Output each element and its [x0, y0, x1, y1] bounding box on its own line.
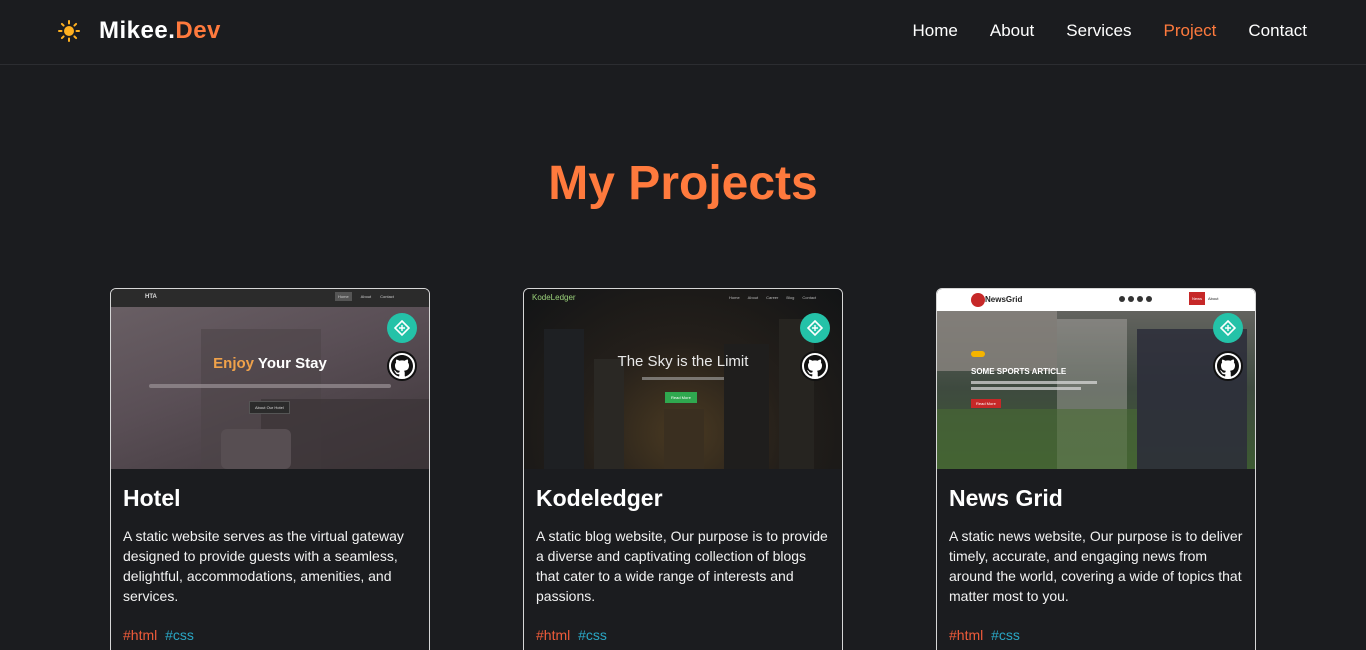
- project-tags: #html #css: [949, 627, 1020, 643]
- github-icon[interactable]: [387, 351, 417, 381]
- project-card-hotel: HTA Home About Contact Enjoy Your Stay A…: [110, 288, 430, 650]
- brand-name[interactable]: Mikee.Dev: [99, 17, 221, 45]
- preview-nav-item: Contact: [380, 294, 394, 299]
- preview-nav-item: About: [747, 295, 759, 300]
- preview-nav-item: Contact: [802, 295, 817, 300]
- preview-nav-item: About: [1208, 296, 1219, 301]
- preview-nav-item: Home: [335, 292, 352, 301]
- nav-links: Home About Services Project Contact: [913, 21, 1308, 41]
- preview-social-icons: [1119, 296, 1152, 302]
- project-thumbnail[interactable]: HTA Home About Contact Enjoy Your Stay A…: [111, 289, 429, 469]
- preview-brand: NewsGrid: [985, 295, 1023, 304]
- preview-nav-item: Career: [766, 295, 779, 300]
- preview-heading-b: Your Stay: [257, 355, 327, 372]
- preview-cta: About Our Hotel: [249, 401, 290, 414]
- preview-nav-item: Blog: [786, 295, 795, 300]
- project-title: News Grid: [949, 485, 1063, 511]
- project-thumbnail[interactable]: NewsGrid News About SOME SPORTS ARTICLE …: [937, 289, 1255, 469]
- tag-html: #html: [123, 627, 158, 643]
- github-icon[interactable]: [800, 351, 830, 381]
- tag-css: #css: [991, 627, 1020, 643]
- tag-css: #css: [165, 627, 194, 643]
- project-description: A static news website, Our purpose is to…: [949, 528, 1243, 604]
- nav-link-contact[interactable]: Contact: [1248, 21, 1307, 41]
- preview-heading: The Sky is the Limit: [617, 353, 749, 370]
- nav-link-project[interactable]: Project: [1163, 21, 1216, 41]
- project-description: A static blog website, Our purpose is to…: [536, 528, 828, 604]
- nav-link-about[interactable]: About: [990, 21, 1034, 41]
- section-title: My Projects: [548, 157, 818, 210]
- sun-icon[interactable]: [58, 20, 80, 42]
- preview-cta: Read More: [971, 399, 1001, 408]
- preview-brand: KodeLedger: [532, 293, 576, 302]
- preview-nav-item: News: [1189, 292, 1206, 305]
- live-demo-icon[interactable]: [800, 313, 830, 343]
- nav-link-services[interactable]: Services: [1066, 21, 1131, 41]
- brand-second: Dev: [175, 17, 221, 44]
- preview-brand: HTA: [145, 294, 157, 300]
- project-tags: #html #css: [536, 627, 607, 643]
- github-icon[interactable]: [1213, 351, 1243, 381]
- preview-heading-a: Enjoy: [213, 355, 255, 372]
- preview-nav-item: Home: [729, 295, 740, 300]
- nav-link-home[interactable]: Home: [913, 21, 958, 41]
- live-demo-icon[interactable]: [1213, 313, 1243, 343]
- preview-heading: Enjoy Your Stay: [111, 355, 429, 372]
- project-card-news-grid: NewsGrid News About SOME SPORTS ARTICLE …: [936, 288, 1256, 650]
- preview-nav-item: About: [360, 294, 372, 299]
- logo[interactable]: Mikee.Dev: [58, 17, 221, 45]
- project-title: Hotel: [123, 485, 181, 511]
- tag-html: #html: [536, 627, 571, 643]
- project-description: A static website serves as the virtual g…: [123, 528, 404, 604]
- project-tags: #html #css: [123, 627, 194, 643]
- tag-html: #html: [949, 627, 984, 643]
- tag-css: #css: [578, 627, 607, 643]
- preview-heading: SOME SPORTS ARTICLE: [971, 367, 1067, 376]
- navbar: Mikee.Dev Home About Services Project Co…: [0, 0, 1366, 65]
- live-demo-icon[interactable]: [387, 313, 417, 343]
- brand-first: Mikee.: [99, 17, 176, 44]
- project-thumbnail[interactable]: KodeLedger Home About Career Blog Contac…: [524, 289, 842, 469]
- project-card-kodeledger: KodeLedger Home About Career Blog Contac…: [523, 288, 843, 650]
- preview-cta: Read More: [665, 392, 697, 403]
- project-title: Kodeledger: [536, 485, 663, 511]
